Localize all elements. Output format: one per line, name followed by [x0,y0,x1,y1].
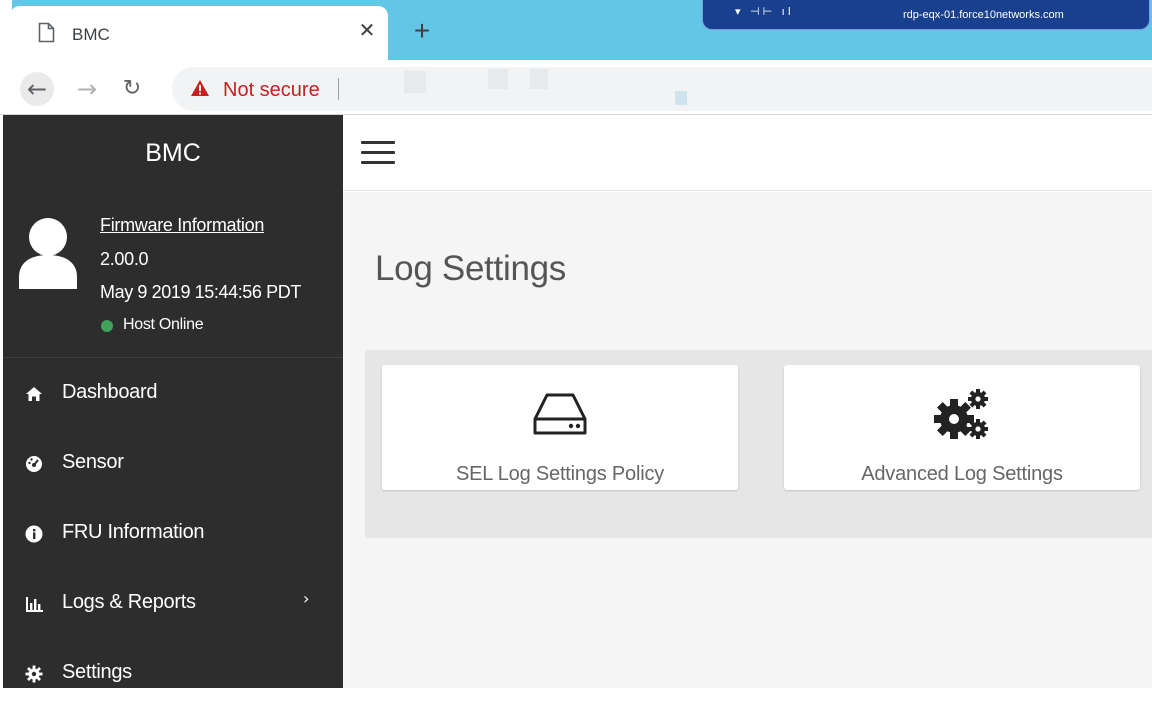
tab-title: BMC [72,25,110,44]
address-separator [338,78,339,100]
sidebar-item-label: Settings [62,661,132,683]
user-avatar-icon [19,218,77,289]
gear-icon [25,665,43,683]
sidebar-item-logs-reports[interactable]: Logs & Reports › [3,569,343,639]
sidebar: BMC Firmware Information 2.00.0 May 9 20… [3,115,343,688]
browser-tab-bmc[interactable]: BMC ✕ [10,6,388,60]
document-icon [38,22,55,43]
sidebar-item-label: FRU Information [62,521,205,543]
sel-log-settings-policy-card[interactable]: SEL Log Settings Policy [382,365,738,490]
redacted-url [530,69,548,89]
sidebar-item-dashboard[interactable]: Dashboard [3,359,343,429]
firmware-version: 2.00.0 [100,249,149,269]
host-status-dot [101,320,113,332]
gauge-icon [25,455,43,473]
sidebar-item-label: Sensor [62,451,124,473]
sidebar-item-settings[interactable]: Settings [3,639,343,709]
bar-chart-icon [25,595,43,613]
warning-icon [191,80,209,96]
redacted-url [404,71,426,93]
advanced-log-settings-card[interactable]: Advanced Log Settings [784,365,1140,490]
rdp-controls-icon[interactable]: ▾ ⊣⊢ ıl [735,5,794,18]
plus-icon[interactable]: + [408,17,436,45]
firmware-panel: Firmware Information 2.00.0 May 9 2019 1… [3,193,343,358]
redacted-url [675,91,687,105]
sidebar-item-fru-information[interactable]: FRU Information [3,499,343,569]
browser-tab-strip: BMC ✕ + ▾ ⊣⊢ ıl rdp-eqx-01.force10networ… [0,0,1152,60]
sidebar-menu: Dashboard Sensor FRU Information Logs & … [3,359,343,709]
main-content: Log Settings SEL Log Settings Policy Adv… [343,192,1152,688]
card-label: SEL Log Settings Policy [455,463,665,485]
hamburger-icon[interactable] [361,141,395,165]
info-icon [25,525,43,543]
sidebar-item-label: Dashboard [62,381,158,403]
hard-drive-icon [533,393,587,435]
reload-icon[interactable]: ↻ [115,72,149,106]
back-arrow-icon[interactable]: ← [20,72,54,106]
firmware-build-date: May 9 2019 15:44:56 PDT [100,282,301,302]
browser-toolbar: ← → ↻ Not secure [0,60,1152,115]
redacted-url [488,69,508,89]
rdp-connection-bar: ▾ ⊣⊢ ıl rdp-eqx-01.force10networks.com [702,0,1150,30]
sidebar-item-sensor[interactable]: Sensor [3,429,343,499]
close-icon[interactable]: ✕ [356,20,378,42]
home-icon [25,385,43,403]
settings-card-panel: SEL Log Settings Policy Advanced Log Set… [365,350,1152,538]
firmware-information-link[interactable]: Firmware Information [100,215,264,236]
sidebar-item-label: Logs & Reports [62,591,196,613]
address-bar[interactable]: Not secure [172,67,1152,111]
gears-icon [934,389,988,439]
rdp-host-label: rdp-eqx-01.force10networks.com [903,9,1064,21]
forward-arrow-icon[interactable]: → [70,72,104,106]
page-title: Log Settings [375,249,566,288]
brand-title: BMC [145,139,201,167]
chevron-right-icon: › [303,589,310,608]
host-status-label: Host Online [123,316,204,333]
content-topbar [343,115,1152,191]
card-label: Advanced Log Settings [861,463,1063,485]
security-indicator: Not secure [223,79,320,101]
